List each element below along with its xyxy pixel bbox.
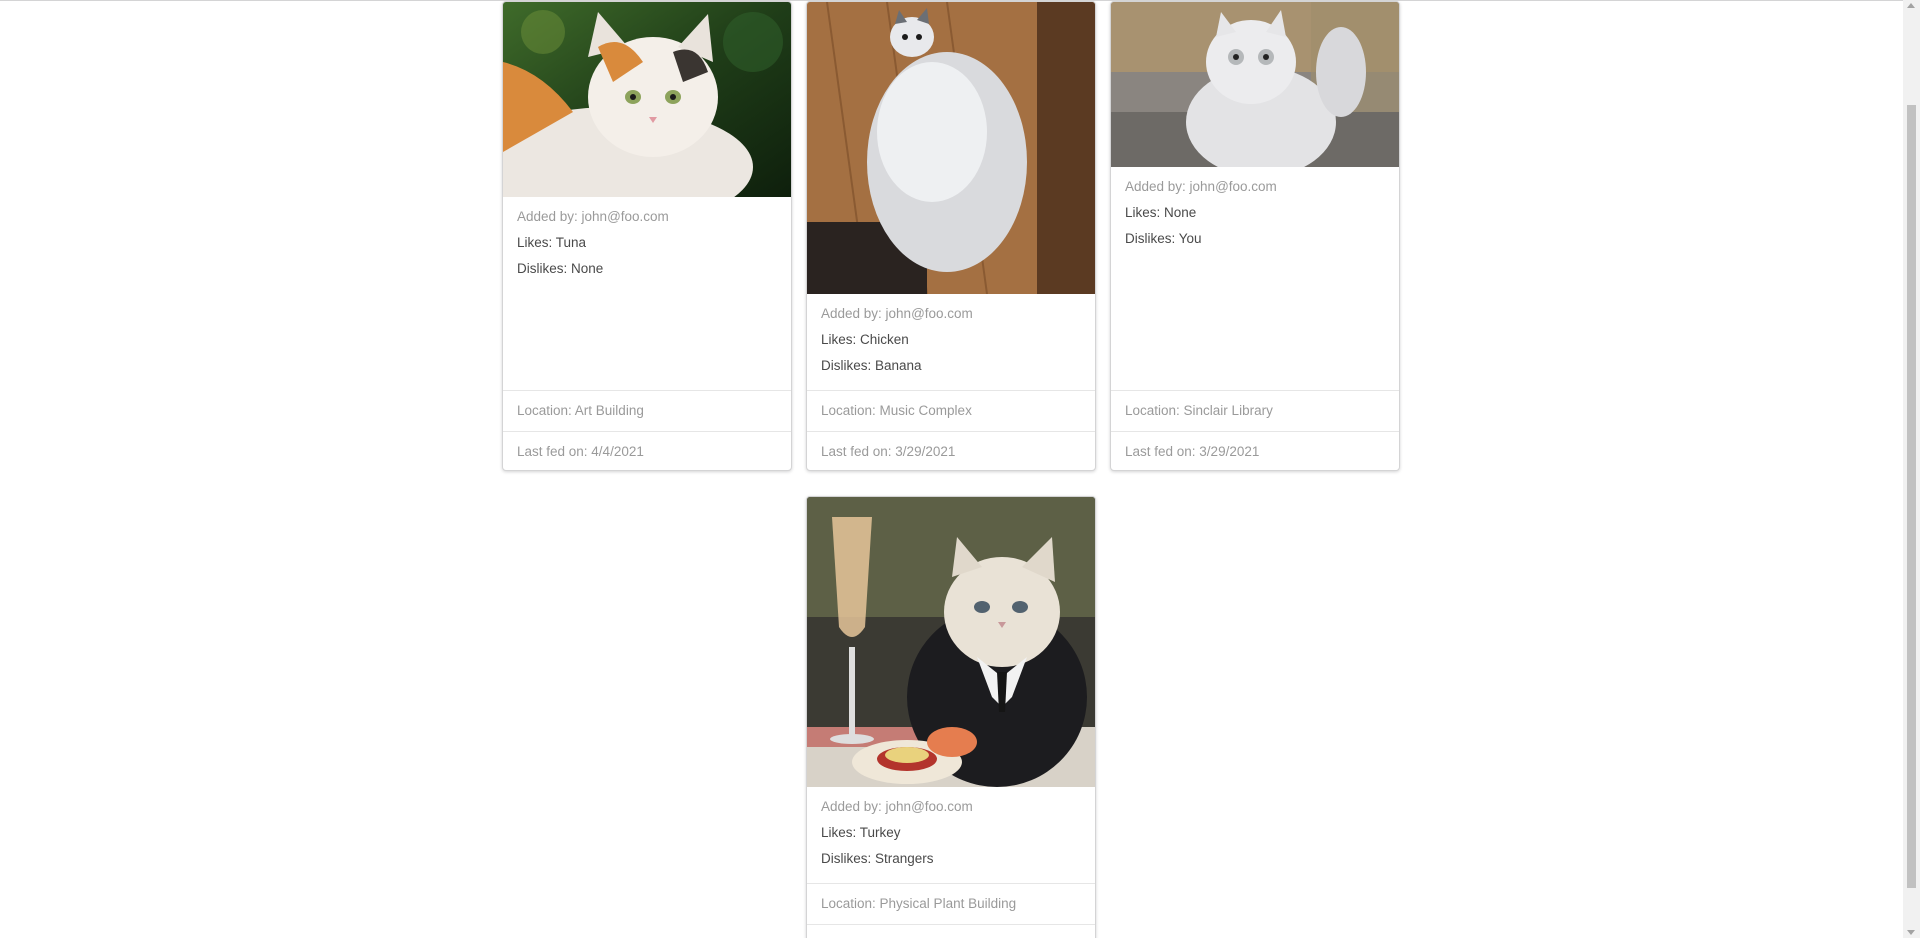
added-by: Added by: john@foo.com <box>1125 179 1277 194</box>
calico-cat-image <box>503 2 791 197</box>
cat-image <box>807 2 1095 294</box>
card-content: Added by: john@foo.com Likes: Chicken Di… <box>807 294 1095 396</box>
dislikes: Dislikes: You <box>1125 231 1202 246</box>
dislikes: Dislikes: Strangers <box>821 851 934 866</box>
last-fed: Last fed on: 4/4/2021 <box>503 431 791 470</box>
fluffy-cat-image <box>807 2 1095 294</box>
card-content: Added by: john@foo.com Likes: Turkey Dis… <box>807 787 1095 889</box>
card-content: Added by: john@foo.com Likes: None Disli… <box>1111 167 1399 269</box>
likes: Likes: None <box>1125 205 1197 220</box>
tuxedo-cat-image <box>807 497 1095 787</box>
cat-image <box>1111 2 1399 167</box>
added-by: Added by: john@foo.com <box>821 306 973 321</box>
cat-card: Added by: john@foo.com Likes: Chicken Di… <box>806 1 1096 471</box>
location: Location: Physical Plant Building <box>807 883 1095 924</box>
added-by: Added by: john@foo.com <box>517 209 669 224</box>
last-fed <box>807 924 1095 938</box>
likes: Likes: Turkey <box>821 825 901 840</box>
scrollbar-thumb[interactable] <box>1907 105 1916 888</box>
dislikes: Dislikes: None <box>517 261 604 276</box>
card-content: Added by: john@foo.com Likes: Tuna Disli… <box>503 197 791 299</box>
page: Added by: john@foo.com Likes: Tuna Disli… <box>0 0 1920 938</box>
likes: Likes: Tuna <box>517 235 587 250</box>
last-fed: Last fed on: 3/29/2021 <box>1111 431 1399 470</box>
persian-cat-image <box>1111 2 1399 167</box>
cat-card: Added by: john@foo.com Likes: Tuna Disli… <box>502 1 792 471</box>
vertical-scrollbar[interactable] <box>1903 0 1920 938</box>
scroll-up-arrow-icon[interactable] <box>1907 3 1915 8</box>
scroll-down-arrow-icon[interactable] <box>1907 930 1915 935</box>
location: Location: Art Building <box>503 390 791 431</box>
last-fed: Last fed on: 3/29/2021 <box>807 431 1095 470</box>
location: Location: Music Complex <box>807 390 1095 431</box>
location: Location: Sinclair Library <box>1111 390 1399 431</box>
cat-card: Added by: john@foo.com Likes: Turkey Dis… <box>806 496 1096 938</box>
dislikes: Dislikes: Banana <box>821 358 922 373</box>
cat-image <box>503 2 791 197</box>
cat-card: Added by: john@foo.com Likes: None Disli… <box>1110 1 1400 471</box>
added-by: Added by: john@foo.com <box>821 799 973 814</box>
cat-image <box>807 497 1095 787</box>
likes: Likes: Chicken <box>821 332 909 347</box>
